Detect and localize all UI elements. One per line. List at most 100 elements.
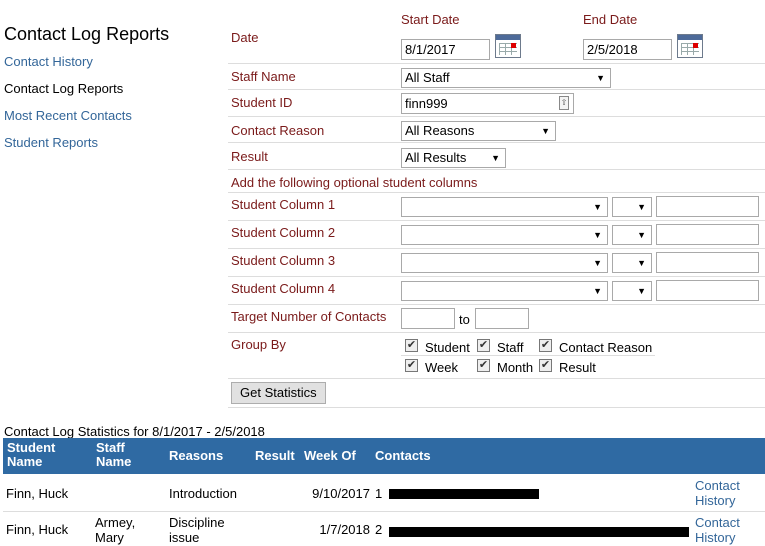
group-by-student-label: Student: [425, 340, 470, 355]
contact-history-link[interactable]: Contact History: [695, 515, 755, 545]
column-header-reasons: Reasons: [169, 448, 224, 463]
chevron-down-icon: ▼: [491, 153, 500, 163]
group-by-contact-reason-checkbox[interactable]: ✔: [539, 339, 552, 352]
target-contacts-label: Target Number of Contacts: [231, 309, 387, 324]
end-date-header: End Date: [583, 12, 638, 27]
student-column-row: Student Column 4 ▼ ▼: [228, 277, 765, 305]
cell-reason: Discipline issue: [169, 515, 225, 545]
chevron-down-icon: ▼: [593, 230, 602, 240]
student-column-value-input[interactable]: [656, 280, 759, 301]
cell-week-of: 1/7/2018: [319, 522, 370, 537]
page-title: Contact Log Reports: [4, 24, 170, 44]
student-column-operator-select[interactable]: ▼: [612, 197, 652, 217]
column-header-student-name: Student Name: [7, 440, 56, 469]
result-row: Result All Results ▼: [228, 143, 765, 170]
get-statistics-button[interactable]: Get Statistics: [231, 382, 326, 404]
chevron-down-icon: ▼: [541, 126, 550, 136]
start-date-header: Start Date: [401, 12, 460, 27]
student-column-field-select[interactable]: ▼: [401, 281, 608, 301]
chevron-down-icon: ▼: [593, 286, 602, 296]
end-date-input[interactable]: 2/5/2018: [583, 39, 672, 60]
student-column-operator-select[interactable]: ▼: [612, 253, 652, 273]
chevron-down-icon: ▼: [637, 258, 646, 268]
group-by-result-checkbox[interactable]: ✔: [539, 359, 552, 372]
chevron-down-icon: ▼: [596, 73, 605, 83]
submit-row: Get Statistics: [228, 379, 765, 408]
sidebar-item-contact-history[interactable]: Contact History: [0, 52, 220, 79]
group-by-row: Group By ✔ Student ✔ Staff ✔ Contact Rea…: [228, 333, 765, 379]
target-max-input[interactable]: [475, 308, 529, 329]
staff-name-label: Staff Name: [231, 69, 296, 84]
student-column-value-input[interactable]: [656, 196, 759, 217]
optional-columns-header: Add the following optional student colum…: [231, 175, 478, 190]
group-by-month-checkbox[interactable]: ✔: [477, 359, 490, 372]
student-id-input[interactable]: finn999 ⇧: [401, 93, 574, 114]
target-to-label: to: [459, 312, 470, 327]
cell-week-of: 9/10/2017: [312, 486, 370, 501]
student-column-field-select[interactable]: ▼: [401, 225, 608, 245]
student-column-field-select[interactable]: ▼: [401, 197, 608, 217]
group-by-contact-reason-label: Contact Reason: [559, 340, 653, 355]
student-column-operator-select[interactable]: ▼: [612, 281, 652, 301]
table-row: Finn, Huck Armey, Mary Discipline issue …: [3, 512, 765, 546]
column-header-week-of: Week Of: [304, 448, 356, 463]
group-by-label: Group By: [231, 337, 286, 352]
chevron-down-icon: ▼: [637, 202, 646, 212]
student-column-label: Student Column 4: [231, 281, 336, 296]
staff-name-row: Staff Name All Staff ▼: [228, 64, 765, 90]
optional-columns-header-row: Add the following optional student colum…: [228, 170, 765, 193]
lookup-icon[interactable]: ⇧: [559, 96, 569, 110]
student-column-row: Student Column 1 ▼ ▼: [228, 193, 765, 221]
table-row: Finn, Huck Introduction 9/10/2017 1 Cont…: [3, 474, 765, 512]
result-value: All Results: [405, 150, 467, 165]
student-column-label: Student Column 1: [231, 197, 336, 212]
student-column-label: Student Column 2: [231, 225, 336, 240]
group-by-result-label: Result: [559, 360, 596, 375]
result-select[interactable]: All Results ▼: [401, 148, 506, 168]
student-id-label: Student ID: [231, 95, 293, 110]
student-column-value-input[interactable]: [656, 224, 759, 245]
student-column-row: Student Column 3 ▼ ▼: [228, 249, 765, 277]
chevron-down-icon: ▼: [637, 230, 646, 240]
group-by-week-label: Week: [425, 360, 458, 375]
target-contacts-row: Target Number of Contacts to: [228, 305, 765, 333]
cell-reason: Introduction: [169, 486, 237, 501]
contacts-bar: [389, 527, 689, 537]
contact-history-link[interactable]: Contact History: [695, 478, 755, 508]
contact-reason-label: Contact Reason: [231, 123, 325, 138]
student-column-operator-select[interactable]: ▼: [612, 225, 652, 245]
student-id-value: finn999: [405, 96, 448, 111]
sidebar: Contact Log Reports Contact History Cont…: [0, 20, 220, 160]
group-by-divider: [401, 355, 655, 356]
contact-reason-value: All Reasons: [405, 123, 475, 138]
cell-contacts: 2: [375, 522, 383, 537]
sidebar-item-student-reports[interactable]: Student Reports: [0, 133, 220, 160]
target-min-input[interactable]: [401, 308, 455, 329]
chevron-down-icon: ▼: [593, 258, 602, 268]
group-by-student-checkbox[interactable]: ✔: [405, 339, 418, 352]
start-date-input[interactable]: 8/1/2017: [401, 39, 490, 60]
stats-table-header: Student Name Staff Name Reasons Result W…: [3, 438, 765, 474]
contact-reason-select[interactable]: All Reasons ▼: [401, 121, 556, 141]
sidebar-item-contact-log-reports[interactable]: Contact Log Reports: [0, 79, 220, 106]
start-date-calendar-icon[interactable]: [495, 34, 521, 58]
group-by-month-label: Month: [497, 360, 534, 375]
column-header-contacts: Contacts: [375, 448, 431, 463]
staff-name-select[interactable]: All Staff ▼: [401, 68, 611, 88]
sidebar-item-most-recent-contacts[interactable]: Most Recent Contacts: [0, 106, 220, 133]
column-header-staff-name: Staff Name: [96, 440, 132, 469]
cell-student-name: Finn, Huck: [6, 486, 69, 501]
date-row: Date Start Date End Date 8/1/2017 2/5/20…: [228, 0, 765, 64]
student-column-row: Student Column 2 ▼ ▼: [228, 221, 765, 249]
cell-student-name: Finn, Huck: [6, 522, 69, 537]
cell-contacts: 1: [375, 486, 383, 501]
student-column-value-input[interactable]: [656, 252, 759, 273]
end-date-calendar-icon[interactable]: [677, 34, 703, 58]
student-column-field-select[interactable]: ▼: [401, 253, 608, 273]
column-header-result: Result: [255, 448, 295, 463]
stats-title: Contact Log Statistics for 8/1/2017 - 2/…: [4, 424, 265, 439]
group-by-week-checkbox[interactable]: ✔: [405, 359, 418, 372]
cell-staff-name: Armey, Mary: [95, 515, 136, 545]
group-by-staff-checkbox[interactable]: ✔: [477, 339, 490, 352]
chevron-down-icon: ▼: [593, 202, 602, 212]
